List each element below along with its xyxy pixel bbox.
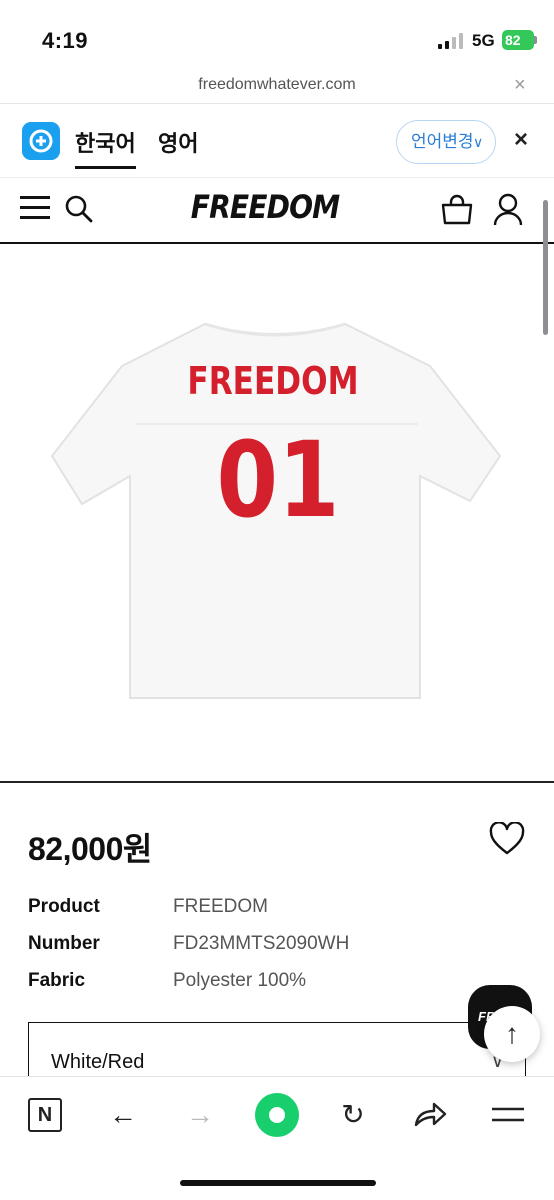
user-icon[interactable] (492, 192, 524, 226)
forward-arrow-icon[interactable]: → (180, 1095, 220, 1135)
chevron-down-icon: ∨ (473, 134, 484, 150)
spec-value: FD23MMTS2090WH (173, 933, 350, 954)
tab-lang-english[interactable]: 영어 (158, 126, 198, 158)
battery-level: 82 (505, 32, 521, 48)
spec-value: Polyester 100% (173, 970, 307, 991)
scroll-indicator (543, 200, 548, 335)
menu-lines-icon[interactable] (488, 1095, 528, 1135)
site-logo[interactable]: FREEDOM (32, 188, 498, 226)
home-indicator (180, 1180, 376, 1186)
product-image[interactable]: FREEDOM 01 (0, 246, 540, 780)
heart-icon[interactable] (489, 822, 525, 856)
product-price: 82,000원 (28, 831, 152, 867)
share-icon[interactable] (410, 1095, 450, 1135)
change-language-label: 언어변경 (411, 132, 474, 151)
browser-url-bar[interactable]: freedomwhatever.com × (0, 70, 554, 104)
jersey-number: 01 (216, 419, 339, 541)
site-header: FREEDOM (0, 178, 554, 244)
spec-value: FREEDOM (173, 896, 268, 917)
home-dot-icon (269, 1107, 285, 1123)
network-type: 5G (472, 31, 495, 50)
translate-bar: 한국어 영어 언어변경 ∨ × (0, 104, 554, 178)
url-close-icon[interactable]: × (514, 74, 526, 97)
naver-n-icon[interactable]: N (28, 1098, 62, 1132)
battery-cap (534, 36, 537, 44)
spec-key: Number (28, 933, 100, 954)
cellular-signal-icon (438, 33, 463, 49)
translate-app-icon[interactable] (22, 122, 60, 160)
status-bar: 4:19 5G 82 (0, 0, 554, 70)
status-time: 4:19 (42, 28, 89, 53)
home-green-button[interactable] (255, 1093, 299, 1137)
change-language-button[interactable]: 언어변경 ∨ (396, 120, 496, 164)
scroll-to-top-button[interactable]: ↑ (484, 1006, 540, 1062)
back-arrow-icon[interactable]: ← (103, 1095, 143, 1135)
reload-icon[interactable]: ↻ (333, 1095, 373, 1135)
url-text[interactable]: freedomwhatever.com (0, 76, 554, 94)
tab-lang-korean[interactable]: 한국어 (75, 126, 136, 169)
shopping-bag-icon[interactable] (440, 192, 474, 226)
translate-close-icon[interactable]: × (514, 126, 528, 154)
spec-key: Product (28, 896, 100, 917)
jersey-back-print: FREEDOM (187, 360, 358, 404)
jersey-illustration: FREEDOM 01 (50, 322, 502, 699)
spec-key: Fabric (28, 970, 86, 991)
image-divider (0, 781, 554, 783)
option-selected-value: White/Red (51, 1051, 145, 1073)
battery-indicator: 82 (502, 30, 534, 50)
